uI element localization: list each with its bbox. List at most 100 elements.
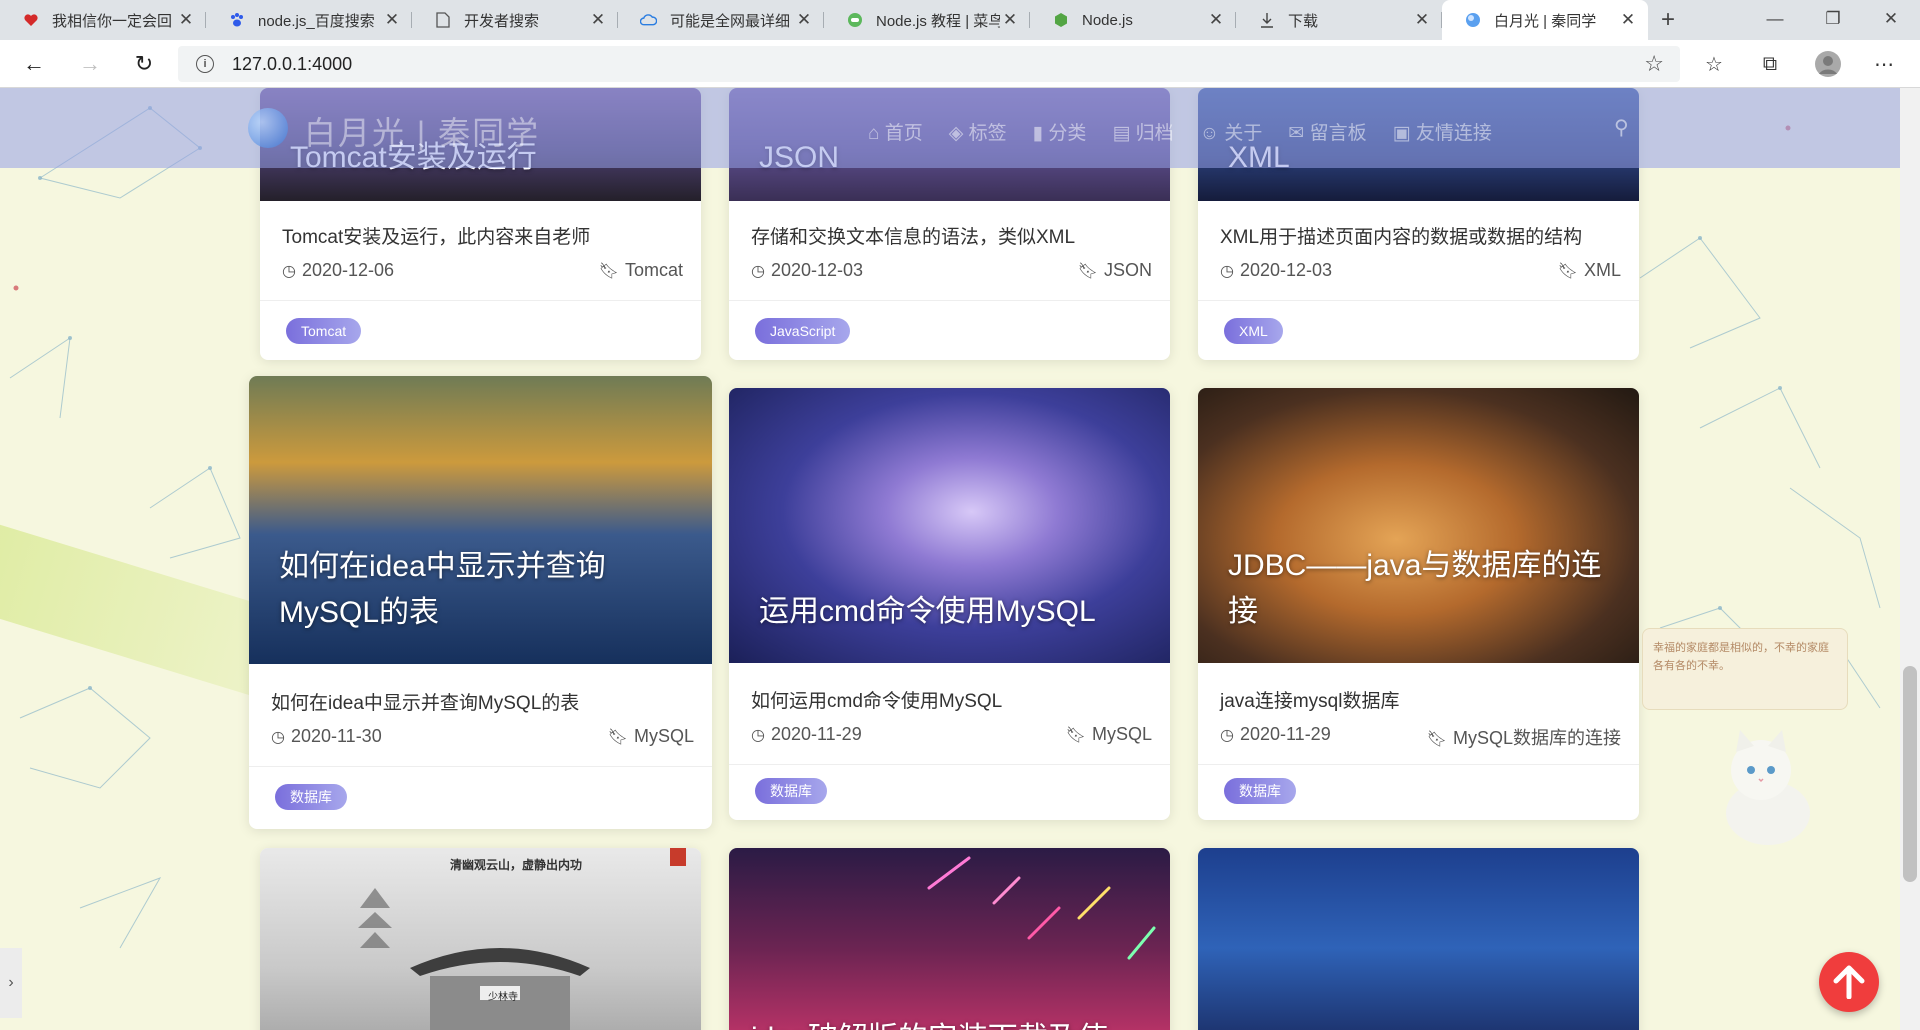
maximize-icon[interactable]: ❐: [1804, 0, 1862, 38]
blog-header: 白月光 | 秦同学 ⌂ 首页 ◈ 标签 ▮ 分类 ▤ 归档 ☺ 关于 ✉ 留言板…: [0, 88, 1900, 168]
post-summary: 存储和交换文本信息的语法，类似XML: [751, 227, 1076, 248]
post-card-idea-mysql[interactable]: 如何在idea中显示并查询MySQL的表 如何在idea中显示并查询MySQL的…: [249, 376, 712, 829]
post-date: 2020-12-06: [301, 260, 395, 280]
post-category[interactable]: 🔖︎ Tomcat: [599, 260, 683, 281]
post-tag-badge[interactable]: Tomcat: [286, 318, 362, 344]
close-icon[interactable]: ✕: [794, 10, 814, 30]
favorites-list-icon[interactable]: ☆: [1696, 46, 1732, 82]
post-category[interactable]: 🔖︎ JSON: [1078, 260, 1152, 281]
tab-title: 可能是全网最详细: [670, 12, 791, 30]
refresh-icon[interactable]: ↻: [126, 46, 162, 82]
cat-mascot-icon[interactable]: [1706, 718, 1826, 848]
close-icon[interactable]: ✕: [1000, 10, 1020, 30]
profile-avatar-icon[interactable]: [1810, 46, 1846, 82]
close-icon[interactable]: ✕: [382, 10, 402, 30]
nav-home[interactable]: ⌂ 首页: [868, 118, 923, 145]
post-category[interactable]: 🔖︎ XML: [1558, 260, 1621, 281]
post-date: 2020-11-29: [1239, 724, 1331, 744]
post-category[interactable]: 🔖︎ MySQL: [1066, 724, 1152, 745]
clock-icon: ◷: [1220, 727, 1234, 744]
url-bar[interactable]: i 127.0.0.1:4000 ☆: [178, 46, 1680, 82]
nodejs-hexagon-icon: [1052, 12, 1069, 29]
browser-tab[interactable]: Node.js 教程 | 菜鸟 ✕: [824, 0, 1030, 40]
close-icon[interactable]: ✕: [1412, 10, 1432, 30]
close-icon[interactable]: ✕: [588, 10, 608, 30]
post-tag-badge[interactable]: 数据库: [1224, 778, 1296, 804]
back-arrow-icon[interactable]: ←: [16, 46, 52, 82]
post-cover-image[interactable]: idea破解版的安装下载及使: [729, 848, 1170, 1030]
post-card-cmd-mysql[interactable]: 运用cmd命令使用MySQL 如何运用cmd命令使用MySQL ◷ 2020-11…: [729, 388, 1170, 820]
side-drawer-toggle[interactable]: ›: [0, 948, 22, 1018]
nav-tags[interactable]: ◈ 标签: [949, 118, 1007, 145]
post-tag-badge[interactable]: JavaScript: [755, 318, 851, 344]
post-cover-title: 如何在idea中显示并查询MySQL的表: [279, 550, 606, 629]
site-title[interactable]: 白月光 | 秦同学: [304, 108, 540, 154]
nav-about[interactable]: ☺ 关于: [1200, 118, 1263, 145]
post-tag-badge[interactable]: XML: [1224, 318, 1283, 344]
post-date: 2020-11-29: [770, 724, 862, 744]
bookmark-icon: 🔖︎: [1426, 731, 1447, 748]
collections-icon[interactable]: ⧉: [1752, 46, 1788, 82]
forward-arrow-icon[interactable]: →: [72, 46, 108, 82]
tab-title: 开发者搜索: [464, 12, 540, 30]
more-menu-icon[interactable]: ⋯: [1866, 46, 1902, 82]
close-icon[interactable]: ✕: [1206, 10, 1226, 30]
new-tab-button[interactable]: +: [1648, 0, 1688, 40]
temple-drawing: [358, 888, 590, 1030]
bookmark-icon: 🔖︎: [1077, 263, 1098, 280]
window-close-icon[interactable]: ✕: [1862, 0, 1920, 38]
divider: [1198, 764, 1639, 765]
favorite-star-icon[interactable]: ☆: [1644, 51, 1664, 77]
post-card-jdbc[interactable]: JDBC——java与数据库的连接 java连接mysql数据库 ◷ 2020-1…: [1198, 388, 1639, 820]
browser-tab[interactable]: 可能是全网最详细 ✕: [618, 0, 824, 40]
browser-tab[interactable]: 下载 ✕: [1236, 0, 1442, 40]
post-cover-title: 运用cmd命令使用MySQL: [759, 595, 1096, 628]
post-tag-badge[interactable]: 数据库: [755, 778, 827, 804]
page-scrollbar[interactable]: [1900, 88, 1920, 1030]
post-cover-image[interactable]: 清幽观云山，虚静出内功 少林寺: [260, 848, 701, 1030]
post-meta: ◷ 2020-11-30 🔖︎ MySQL: [271, 726, 694, 747]
site-info-icon[interactable]: i: [196, 55, 214, 73]
post-cover-image[interactable]: JDBC——java与数据库的连接: [1198, 388, 1639, 663]
close-icon[interactable]: ✕: [176, 10, 196, 30]
quote-text: 幸福的家庭都是相似的，不幸的家庭各有各的不幸。: [1653, 642, 1829, 672]
nav-friend-links[interactable]: ▣ 友情连接: [1393, 118, 1492, 145]
browser-tab[interactable]: 我相信你一定会回 ✕: [0, 0, 206, 40]
nav-categories[interactable]: ▮ 分类: [1033, 118, 1087, 145]
seal-stamp: [670, 848, 686, 866]
post-category[interactable]: 🔖︎ MySQL数据库的连接: [1427, 724, 1621, 750]
close-icon[interactable]: ✕: [1618, 10, 1638, 30]
clock-icon: ◷: [282, 263, 296, 280]
post-cover-image[interactable]: 如何在idea中显示并查询MySQL的表: [249, 376, 712, 664]
scrollbar-thumb[interactable]: [1903, 666, 1917, 882]
nav-archive[interactable]: ▤ 归档: [1112, 118, 1173, 145]
heart-icon: [22, 12, 39, 29]
browser-tab[interactable]: node.js_百度搜索 ✕: [206, 0, 412, 40]
window-controls: — ❐ ✕: [1746, 0, 1920, 38]
site-logo[interactable]: [248, 108, 288, 148]
site-menu: ⌂ 首页 ◈ 标签 ▮ 分类 ▤ 归档 ☺ 关于 ✉ 留言板 ▣ 友情连接: [868, 118, 1492, 145]
post-cover-image[interactable]: [1198, 848, 1639, 1030]
bookmark-icon: 🔖︎: [1557, 263, 1578, 280]
browser-tab[interactable]: 开发者搜索 ✕: [412, 0, 618, 40]
post-tag-badge[interactable]: 数据库: [275, 784, 347, 810]
browser-tab-active[interactable]: 白月光 | 秦同学 ✕: [1442, 0, 1648, 40]
minimize-icon[interactable]: —: [1746, 0, 1804, 38]
url-text: 127.0.0.1:4000: [232, 53, 353, 74]
browser-tab[interactable]: Node.js ✕: [1030, 0, 1236, 40]
nav-guestbook[interactable]: ✉ 留言板: [1288, 118, 1366, 145]
post-card-galaxy[interactable]: [1198, 848, 1639, 1030]
address-toolbar: ← → ↻ i 127.0.0.1:4000 ☆ ☆ ⧉ ⋯: [0, 40, 1920, 88]
post-card-idea-install[interactable]: idea破解版的安装下载及使: [729, 848, 1170, 1030]
clock-icon: ◷: [751, 263, 765, 280]
post-summary: 如何在idea中显示并查询MySQL的表: [271, 693, 580, 714]
tab-title: 下载: [1288, 12, 1319, 30]
search-icon[interactable]: ⚲: [1614, 115, 1629, 140]
post-cover-image[interactable]: 运用cmd命令使用MySQL: [729, 388, 1170, 663]
post-cover-title: JDBC——java与数据库的连接: [1228, 549, 1602, 628]
cloud-icon: [640, 12, 657, 29]
post-card-shaolin[interactable]: 清幽观云山，虚静出内功 少林寺: [260, 848, 701, 1030]
post-category[interactable]: 🔖︎ MySQL: [608, 726, 694, 747]
back-to-top-button[interactable]: [1819, 952, 1879, 1012]
browser-tab-bar: 我相信你一定会回 ✕ node.js_百度搜索 ✕ 开发者搜索 ✕ 可能是全网最…: [0, 0, 1920, 40]
